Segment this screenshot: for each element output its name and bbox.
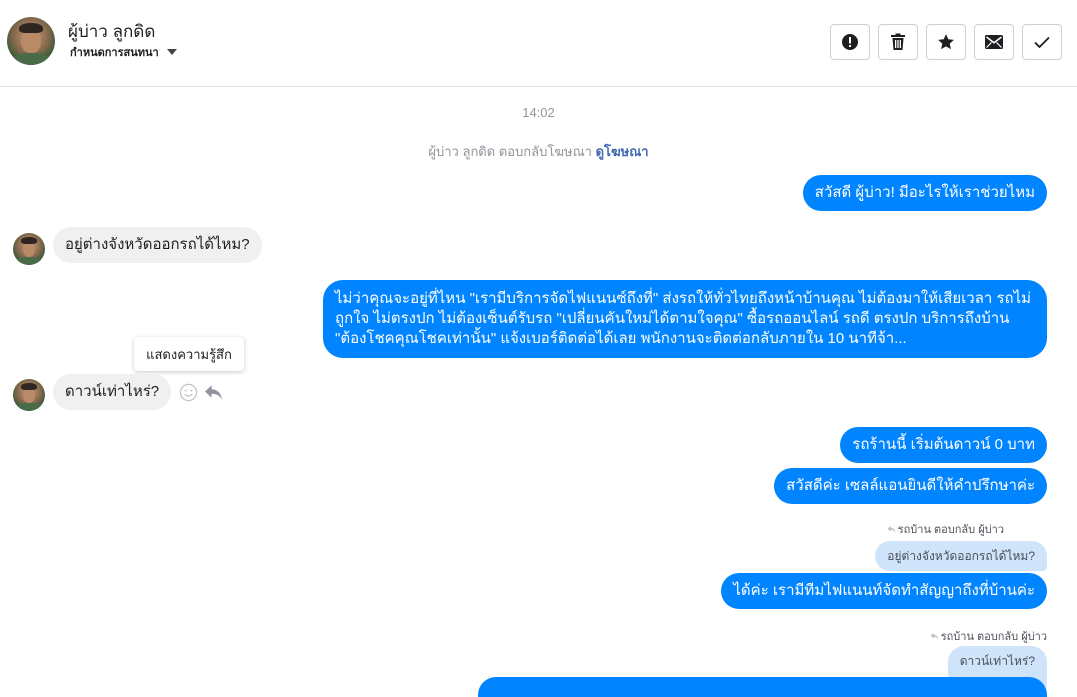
contact-avatar[interactable] — [7, 17, 55, 65]
outgoing-message[interactable]: รถร้านนี้ เริ่มต้นดาวน์ 0 บาท — [840, 427, 1047, 463]
star-button[interactable] — [926, 24, 966, 60]
ad-reply-note: ผู้บ่าว ลูกดิด ตอบกลับโฆษณา ดูโฆษณา — [0, 141, 1077, 162]
conversation-settings-dropdown[interactable]: กำหนดการสนทนา — [70, 43, 177, 61]
outgoing-message-partial[interactable] — [478, 677, 1047, 697]
outgoing-message[interactable]: สวัสดีค่ะ เซลล์แอนยินดีให้คำปรึกษาค่ะ — [774, 468, 1047, 504]
reply-icon[interactable] — [204, 383, 223, 401]
contact-avatar-small — [13, 379, 45, 411]
conversation-header: ผู้บ่าว ลูกดิด กำหนดการสนทนา — [0, 0, 1077, 87]
reply-arrow-icon — [887, 525, 896, 533]
check-icon — [1034, 36, 1050, 49]
reply-context-text: รถบ้าน ตอบกลับ ผู้บ่าว — [940, 631, 1047, 643]
outgoing-message[interactable]: สวัสดี ผู้บ่าว! มีอะไรให้เราช่วยไหม — [802, 175, 1047, 211]
reply-context-note: รถบ้าน ตอบกลับ ผู้บ่าว — [930, 627, 1047, 645]
quoted-message[interactable]: อยู่ต่างจังหวัดออกรถได้ไหม? — [875, 541, 1047, 571]
mark-unread-button[interactable] — [974, 24, 1014, 60]
contact-avatar-small — [13, 233, 45, 265]
spam-button[interactable] — [830, 24, 870, 60]
delete-button[interactable] — [878, 24, 918, 60]
incoming-message[interactable]: ดาวน์เท่าไหร่? — [53, 374, 172, 410]
mark-done-button[interactable] — [1022, 24, 1062, 60]
envelope-icon — [985, 35, 1003, 49]
ad-reply-text: ผู้บ่าว ลูกดิด ตอบกลับโฆษณา — [428, 144, 592, 159]
trash-icon — [891, 33, 905, 50]
view-ad-link[interactable]: ดูโฆษณา — [596, 144, 649, 159]
alert-icon — [842, 34, 858, 50]
reply-arrow-icon — [930, 632, 939, 640]
conversation-settings-label: กำหนดการสนทนา — [70, 47, 159, 59]
outgoing-message[interactable]: ไม่ว่าคุณจะอยู่ที่ไหน "เรามีบริการจัดไฟแ… — [323, 280, 1047, 358]
contact-name[interactable]: ผู้บ่าว ลูกดิด — [68, 18, 155, 45]
caret-down-icon — [166, 49, 177, 55]
message-timestamp: 14:02 — [522, 105, 555, 120]
star-icon — [938, 34, 954, 50]
reply-context-text: รถบ้าน ตอบกลับ ผู้บ่าว — [897, 524, 1004, 536]
reply-context-note: รถบ้าน ตอบกลับ ผู้บ่าว — [887, 520, 1004, 538]
outgoing-message[interactable]: ได้ค่ะ เรามีทีมไฟแนนท์จัดทำสัญญาถึงที่บ้… — [721, 573, 1047, 609]
incoming-message[interactable]: อยู่ต่างจังหวัดออกรถได้ไหม? — [53, 227, 262, 263]
reaction-tooltip: แสดงความรู้สึก — [134, 337, 244, 371]
smiley-icon[interactable] — [179, 383, 198, 402]
